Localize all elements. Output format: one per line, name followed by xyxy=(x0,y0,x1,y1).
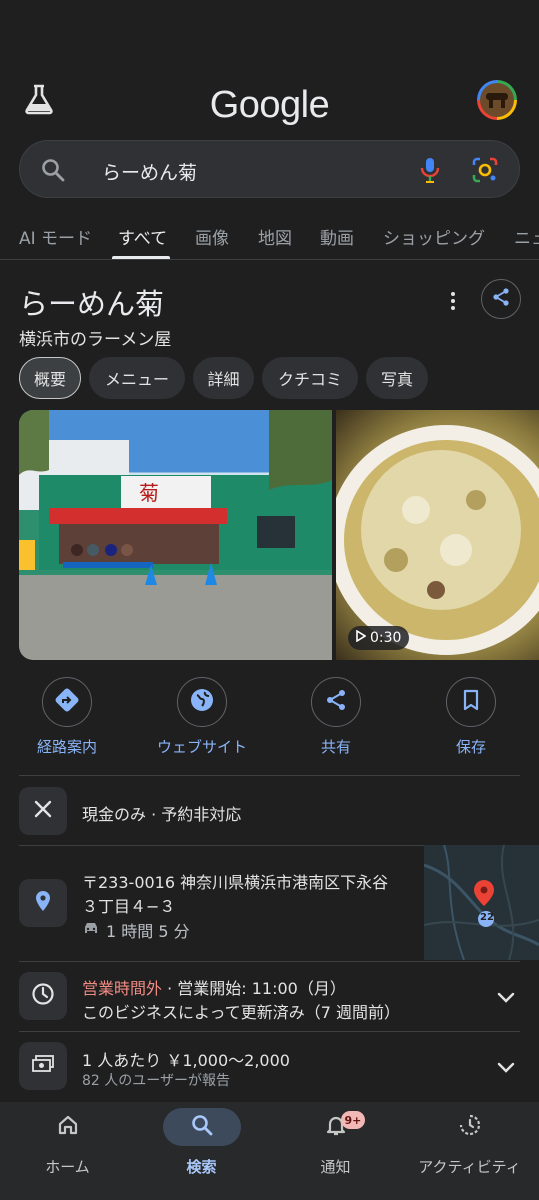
location-icon-box xyxy=(19,879,67,927)
chip-reviews[interactable]: クチコミ xyxy=(262,357,358,399)
save-button[interactable]: 保存 xyxy=(416,677,526,757)
nav-activity-label: アクティビティ xyxy=(418,1158,521,1176)
photo-carousel[interactable]: 菊 0:30 xyxy=(19,410,539,660)
money-icon xyxy=(31,1054,55,1078)
location-pin-icon xyxy=(33,889,53,917)
website-label: ウェブサイト xyxy=(156,738,247,756)
tab-maps[interactable]: 地図 xyxy=(258,224,292,249)
route-number: 22 xyxy=(480,912,494,923)
divider xyxy=(19,961,520,962)
price-note: 82 人のユーザーが報告 xyxy=(82,1073,230,1089)
nav-home[interactable]: ホーム xyxy=(0,1102,135,1177)
tab-all[interactable]: すべて xyxy=(118,224,167,249)
search-icon xyxy=(190,1113,214,1141)
divider xyxy=(19,775,520,776)
bottom-navigation: ホーム 検索 9+ 通知 アクティビティ xyxy=(0,1102,539,1200)
nav-activity[interactable]: アクティビティ xyxy=(402,1102,537,1177)
address-line-2[interactable]: ３丁目４−３ xyxy=(82,893,175,917)
header: Google xyxy=(0,70,539,130)
share-label: 共有 xyxy=(320,738,351,756)
address-line-1[interactable]: 〒233-0016 神奈川県横浜市港南区下永谷 xyxy=(82,869,388,893)
price-range[interactable]: 1 人あたり ￥1,000〜2,000 xyxy=(82,1047,290,1071)
tab-ai-mode[interactable]: AI モード xyxy=(19,224,92,249)
ramen-video-thumbnail[interactable]: 0:30 xyxy=(336,410,539,660)
drive-time: 1 時間 5 分 xyxy=(106,922,190,941)
profile-avatar[interactable] xyxy=(477,80,517,120)
share-button[interactable] xyxy=(481,279,521,319)
utensils-icon xyxy=(32,798,54,824)
nav-home-label: ホーム xyxy=(45,1158,90,1176)
google-lens-icon[interactable] xyxy=(471,156,499,188)
hours-updated: このビジネスによって更新済み（7 週間前） xyxy=(82,1003,400,1022)
nav-notifications-label: 通知 xyxy=(320,1158,351,1176)
search-tabs: AI モード すべて 画像 地図 動画 ショッピング ニュ xyxy=(0,222,539,260)
directions-icon xyxy=(54,687,80,717)
chip-overview[interactable]: 概要 xyxy=(19,357,81,399)
chip-photos[interactable]: 写真 xyxy=(366,357,428,399)
svg-text:菊: 菊 xyxy=(139,481,159,505)
place-category: 横浜市のラーメン屋 xyxy=(19,330,172,350)
play-icon xyxy=(356,629,367,646)
map-thumbnail[interactable]: 22 xyxy=(424,845,539,960)
directions-label: 経路案内 xyxy=(36,738,97,756)
tab-videos[interactable]: 動画 xyxy=(320,224,354,249)
storefront-photo[interactable]: 菊 xyxy=(19,410,332,660)
nav-notifications[interactable]: 9+ 通知 xyxy=(268,1102,403,1177)
directions-button[interactable]: 経路案内 xyxy=(12,677,122,757)
website-button[interactable]: ウェブサイト xyxy=(147,677,257,757)
share-icon xyxy=(491,287,511,311)
active-tab-indicator xyxy=(112,256,170,259)
tab-news[interactable]: ニュ xyxy=(514,224,539,249)
nav-search-label: 検索 xyxy=(186,1158,217,1176)
share-action-button[interactable]: 共有 xyxy=(281,677,391,757)
payment-info: 現金のみ · 予約非対応 xyxy=(82,805,242,824)
status-bar-area xyxy=(0,0,539,60)
bookmark-icon xyxy=(461,688,481,716)
video-duration: 0:30 xyxy=(370,630,402,646)
save-label: 保存 xyxy=(455,738,486,756)
restaurant-icon-box xyxy=(19,787,67,835)
chevron-down-icon[interactable] xyxy=(495,1060,517,1074)
search-query[interactable]: らーめん菊 xyxy=(102,158,197,185)
more-vert-icon[interactable] xyxy=(443,290,463,312)
search-bar[interactable]: らーめん菊 xyxy=(19,140,520,198)
google-logo: Google xyxy=(209,84,330,126)
video-duration-badge: 0:30 xyxy=(348,626,410,650)
globe-icon xyxy=(189,687,215,717)
nav-search[interactable]: 検索 xyxy=(134,1102,269,1177)
search-icon xyxy=(40,157,66,187)
microphone-icon[interactable] xyxy=(419,156,441,188)
price-icon-box xyxy=(19,1042,67,1090)
tab-images[interactable]: 画像 xyxy=(195,224,229,249)
activity-icon xyxy=(458,1113,482,1141)
clock-icon xyxy=(31,982,55,1010)
hours-status: 営業時間外 xyxy=(82,979,163,998)
chip-menu[interactable]: メニュー xyxy=(89,357,185,399)
place-title: らーめん菊 xyxy=(19,287,165,321)
car-icon xyxy=(82,920,100,940)
chip-details[interactable]: 詳細 xyxy=(193,357,254,399)
notification-badge: 9+ xyxy=(340,1111,366,1129)
divider xyxy=(19,845,424,846)
hours-detail: · 営業開始: 11:00（月） xyxy=(162,979,346,998)
chevron-down-icon[interactable] xyxy=(495,990,517,1004)
share-icon xyxy=(324,688,348,716)
home-icon xyxy=(56,1113,80,1141)
quick-actions: 経路案内 ウェブサイト 共有 保存 xyxy=(0,677,539,757)
hours-icon-box xyxy=(19,972,67,1020)
divider xyxy=(19,1031,520,1032)
tab-shopping[interactable]: ショッピング xyxy=(383,224,485,249)
hours-line[interactable]: 営業時間外 · 営業開始: 11:00（月） xyxy=(82,975,346,999)
